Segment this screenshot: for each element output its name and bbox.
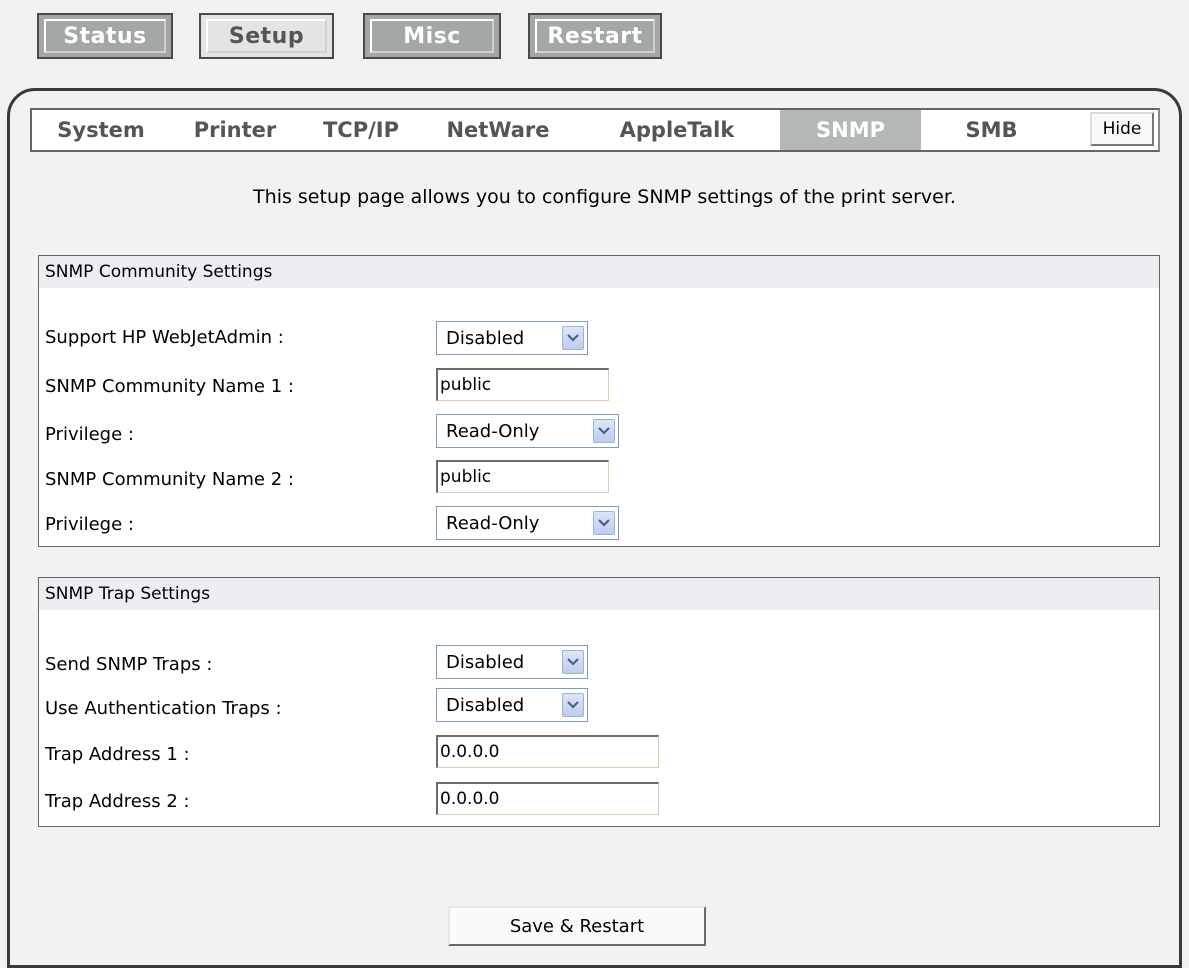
trap-address-1-input[interactable]: 0.0.0.0: [436, 735, 659, 768]
privilege-1-value: Read-Only: [446, 420, 540, 442]
tab-netware[interactable]: NetWare: [422, 110, 574, 150]
chevron-down-icon: [562, 693, 584, 717]
community-name-2-input[interactable]: public: [436, 460, 609, 493]
tab-system[interactable]: System: [32, 110, 170, 150]
auth-traps-select[interactable]: Disabled: [436, 688, 588, 722]
page-description: This setup page allows you to configure …: [253, 186, 956, 208]
status-button[interactable]: Status: [37, 13, 173, 59]
community-name-1-input[interactable]: public: [436, 368, 609, 401]
restart-button-label: Restart: [547, 23, 643, 49]
send-traps-value: Disabled: [446, 651, 525, 673]
setup-button[interactable]: Setup: [199, 13, 334, 59]
save-restart-button[interactable]: Save & Restart: [448, 906, 706, 946]
chevron-down-icon: [593, 419, 615, 443]
support-hp-value: Disabled: [446, 327, 525, 349]
setup-button-label: Setup: [228, 23, 305, 49]
privilege-2-select[interactable]: Read-Only: [436, 506, 619, 540]
privilege-1-label: Privilege :: [45, 424, 134, 445]
send-traps-select[interactable]: Disabled: [436, 645, 588, 679]
tab-snmp[interactable]: SNMP: [780, 110, 921, 150]
status-button-label: Status: [63, 23, 147, 49]
trap-settings-title: SNMP Trap Settings: [39, 578, 1159, 610]
tab-tcpip[interactable]: TCP/IP: [300, 110, 422, 150]
send-traps-label: Send SNMP Traps :: [45, 654, 213, 675]
community-name-1-label: SNMP Community Name 1 :: [45, 376, 294, 397]
tab-label: AppleTalk: [619, 118, 735, 142]
hide-button[interactable]: Hide: [1090, 112, 1154, 146]
auth-traps-value: Disabled: [446, 694, 525, 716]
trap-address-2-label: Trap Address 2 :: [45, 791, 190, 812]
tab-smb[interactable]: SMB: [921, 110, 1062, 150]
tab-label: TCP/IP: [322, 118, 399, 142]
support-hp-label: Support HP WebJetAdmin :: [45, 327, 284, 348]
misc-button-label: Misc: [403, 23, 461, 49]
trap-address-2-input[interactable]: 0.0.0.0: [436, 782, 659, 815]
trap-address-1-label: Trap Address 1 :: [45, 744, 190, 765]
chevron-down-icon: [562, 326, 584, 350]
privilege-1-select[interactable]: Read-Only: [436, 414, 619, 448]
community-settings-section: SNMP Community Settings Support HP WebJe…: [38, 255, 1160, 547]
community-settings-title: SNMP Community Settings: [39, 256, 1159, 288]
tab-appletalk[interactable]: AppleTalk: [574, 110, 780, 150]
auth-traps-label: Use Authentication Traps :: [45, 698, 282, 719]
chevron-down-icon: [593, 511, 615, 535]
community-name-2-label: SNMP Community Name 2 :: [45, 469, 294, 490]
chevron-down-icon: [562, 650, 584, 674]
tab-label: SMB: [965, 118, 1018, 142]
support-hp-select[interactable]: Disabled: [436, 321, 588, 355]
restart-button[interactable]: Restart: [528, 13, 662, 59]
setup-tab-bar: System Printer TCP/IP NetWare AppleTalk …: [30, 108, 1160, 152]
misc-button[interactable]: Misc: [363, 13, 501, 59]
tab-label: System: [57, 118, 145, 142]
privilege-2-label: Privilege :: [45, 514, 134, 535]
trap-settings-section: SNMP Trap Settings Send SNMP Traps : Dis…: [38, 577, 1160, 827]
tab-printer[interactable]: Printer: [170, 110, 300, 150]
tab-label: SNMP: [816, 118, 885, 142]
tab-label: NetWare: [446, 118, 550, 142]
tab-label: Printer: [193, 118, 277, 142]
privilege-2-value: Read-Only: [446, 512, 540, 534]
